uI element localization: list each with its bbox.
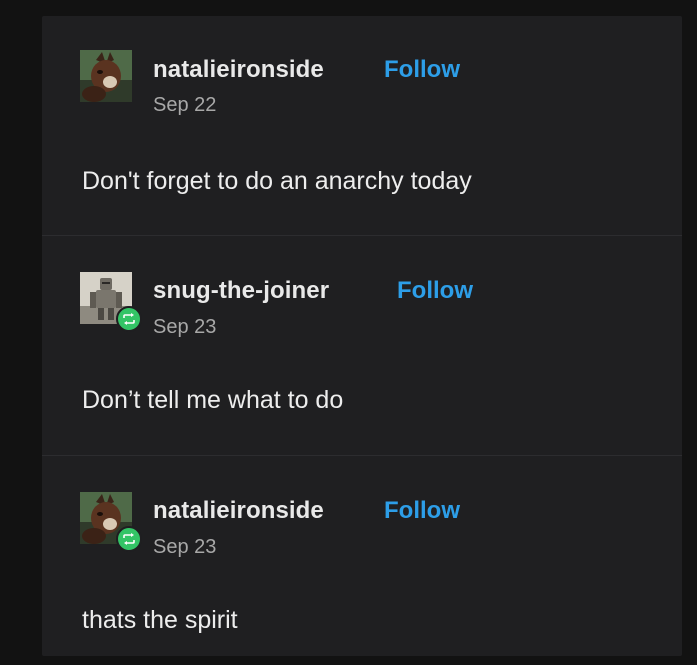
post-body-text: Don’t tell me what to do bbox=[82, 386, 344, 414]
post-date[interactable]: Sep 22 bbox=[153, 94, 216, 117]
follow-button[interactable]: Follow bbox=[384, 56, 460, 84]
cat-avatar-icon bbox=[80, 50, 132, 102]
post-body-text: Don't forget to do an anarchy today bbox=[82, 167, 472, 195]
reblog-icon bbox=[123, 533, 135, 545]
post-username[interactable]: natalieironside bbox=[153, 56, 324, 84]
avatar[interactable] bbox=[80, 492, 142, 552]
reblog-thread-card: natalieironside Follow Sep 22 Don't forg… bbox=[42, 16, 682, 656]
reblog-badge bbox=[116, 306, 142, 332]
post-username[interactable]: natalieironside bbox=[153, 497, 324, 525]
avatar[interactable] bbox=[80, 272, 142, 332]
follow-button[interactable]: Follow bbox=[384, 497, 460, 525]
post-date[interactable]: Sep 23 bbox=[153, 536, 216, 559]
thread-post-2: snug-the-joiner Follow Sep 23 Don’t tell… bbox=[42, 236, 682, 456]
follow-button[interactable]: Follow bbox=[397, 277, 473, 305]
post-username[interactable]: snug-the-joiner bbox=[153, 277, 329, 305]
reblog-icon bbox=[123, 313, 135, 325]
post-body-text: thats the spirit bbox=[82, 606, 238, 634]
post-date[interactable]: Sep 23 bbox=[153, 316, 216, 339]
thread-post-1: natalieironside Follow Sep 22 Don't forg… bbox=[42, 16, 682, 236]
avatar[interactable] bbox=[80, 50, 132, 102]
thread-post-3: natalieironside Follow Sep 23 thats the … bbox=[42, 456, 682, 656]
reblog-badge bbox=[116, 526, 142, 552]
